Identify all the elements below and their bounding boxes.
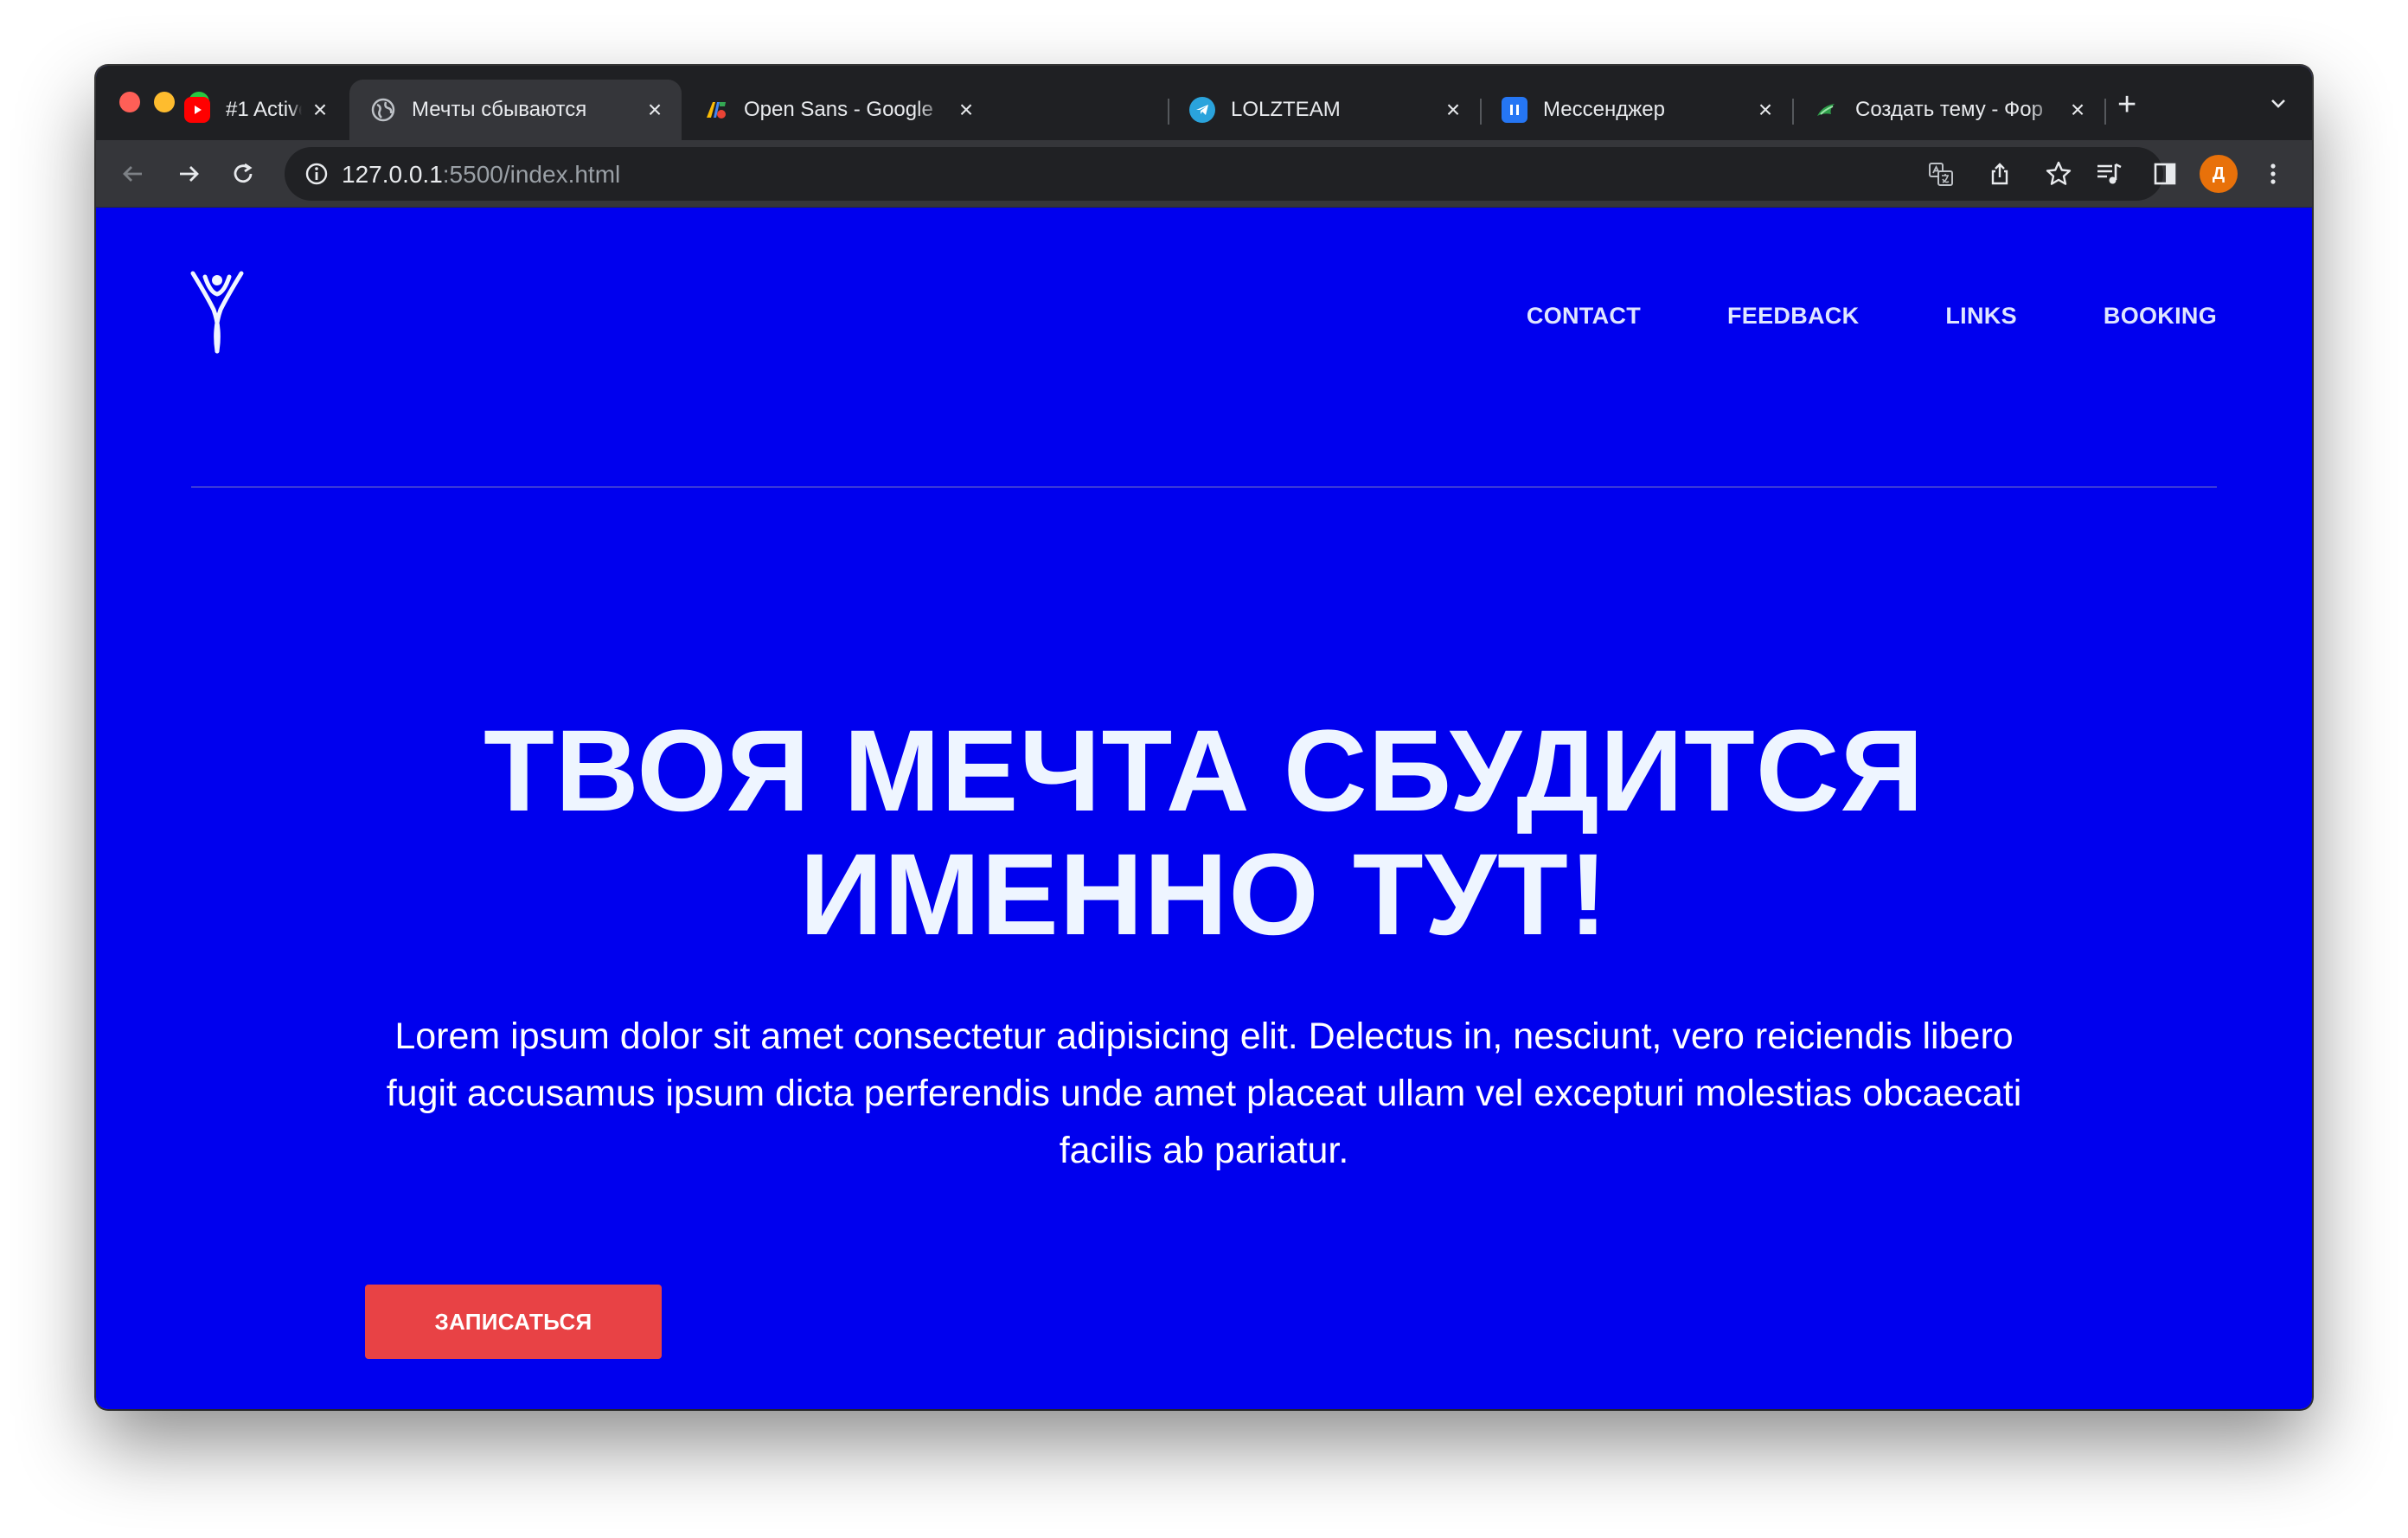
tab-title: Мечты сбываются <box>412 98 587 121</box>
tab-title: #1 ActiveBox - Верс <box>226 98 302 121</box>
bookmark-button[interactable] <box>2044 159 2073 189</box>
tab-activebox[interactable]: #1 ActiveBox - Верс × <box>163 80 347 140</box>
forward-button[interactable] <box>174 159 203 189</box>
close-window-button[interactable] <box>119 92 140 112</box>
tab-open-sans[interactable]: Open Sans - Google × <box>682 80 993 140</box>
arrow-right-icon <box>180 166 199 182</box>
tab-title: Создать тему - Фор <box>1855 98 2043 121</box>
side-panel-button[interactable] <box>2150 159 2180 189</box>
share-button[interactable] <box>1985 159 2014 189</box>
nav-link-links[interactable]: LINKS <box>1945 303 2017 329</box>
url-host: 127.0.0.1 <box>342 161 443 188</box>
media-control-button[interactable] <box>2095 159 2124 189</box>
chevron-down-icon <box>2271 99 2285 108</box>
star-icon <box>2046 161 2072 185</box>
tab-title: LOLZTEAM <box>1231 98 1341 121</box>
page-content: CONTACT FEEDBACK LINKS BOOKING ТВОЯ МЕЧТ… <box>96 208 2312 1409</box>
messenger-icon <box>1502 97 1527 123</box>
main-nav: CONTACT FEEDBACK LINKS BOOKING <box>1440 303 2217 329</box>
new-tab-button[interactable]: + <box>2117 88 2136 121</box>
person-logo-icon <box>190 271 244 354</box>
site-logo[interactable] <box>188 268 247 355</box>
back-button[interactable] <box>118 159 148 189</box>
tab-separator <box>2104 99 2106 125</box>
browser-menu-button[interactable] <box>2258 159 2288 189</box>
arrow-left-icon <box>123 166 142 182</box>
tab-strip: #1 ActiveBox - Верс × Мечты сбываются × … <box>96 66 2312 140</box>
close-tab-icon[interactable]: × <box>309 98 331 122</box>
translate-icon <box>1929 163 1953 186</box>
hero-title-line-2: ИМЕННО ТУТ! <box>799 830 1609 959</box>
profile-avatar[interactable]: Д <box>2200 155 2238 193</box>
tab-search-button[interactable] <box>2267 92 2290 114</box>
tab-forum[interactable]: Создать тему - Фор × <box>1793 80 2104 140</box>
reload-icon <box>234 163 253 183</box>
nav-link-feedback[interactable]: FEEDBACK <box>1727 303 1859 329</box>
close-tab-icon[interactable]: × <box>2066 98 2089 122</box>
tab-title: Мессенджер <box>1543 98 1665 121</box>
playlist-music-icon <box>2097 163 2122 184</box>
translate-button[interactable] <box>1926 159 1956 189</box>
tab-lolzteam[interactable]: LOLZTEAM × <box>1169 80 1480 140</box>
hero-title: ТВОЯ МЕЧТА СБУДИТСЯ ИМЕННО ТУТ! <box>96 709 2312 957</box>
reload-button[interactable] <box>228 159 258 189</box>
header-divider <box>191 486 2217 488</box>
hero-title-line-1: ТВОЯ МЕЧТА СБУДИТСЯ <box>484 707 1924 836</box>
browser-window: #1 ActiveBox - Верс × Мечты сбываются × … <box>96 66 2312 1409</box>
site-info-icon[interactable] <box>304 161 330 187</box>
close-tab-icon[interactable]: × <box>1442 98 1464 122</box>
side-panel-icon <box>2154 163 2176 185</box>
url-text[interactable]: 127.0.0.1:5500/index.html <box>342 161 620 189</box>
youtube-icon <box>184 97 210 123</box>
kebab-menu-icon <box>2270 163 2276 184</box>
tab-title: Open Sans - Google <box>744 98 933 121</box>
telegram-icon <box>1189 97 1215 123</box>
google-fonts-icon <box>702 97 728 123</box>
url-path: :5500/index.html <box>442 161 621 188</box>
share-icon <box>1991 163 2008 185</box>
tab-dreams[interactable]: Мечты сбываются × <box>349 80 682 140</box>
close-tab-icon[interactable]: × <box>644 98 666 122</box>
tab-messenger[interactable]: Мессенджер × <box>1481 80 1792 140</box>
address-bar[interactable]: 127.0.0.1:5500/index.html <box>285 147 2163 201</box>
hero-description: Lorem ipsum dolor sit amet consectetur a… <box>386 1016 2022 1171</box>
nav-link-contact[interactable]: CONTACT <box>1527 303 1641 329</box>
forum-icon <box>1814 97 1840 123</box>
nav-link-booking[interactable]: BOOKING <box>2104 303 2217 329</box>
close-tab-icon[interactable]: × <box>955 98 977 122</box>
signup-button[interactable]: ЗАПИСАТЬСЯ <box>365 1285 662 1359</box>
browser-toolbar: 127.0.0.1:5500/index.html Д <box>96 140 2312 208</box>
close-tab-icon[interactable]: × <box>1754 98 1777 122</box>
globe-icon <box>370 97 396 123</box>
